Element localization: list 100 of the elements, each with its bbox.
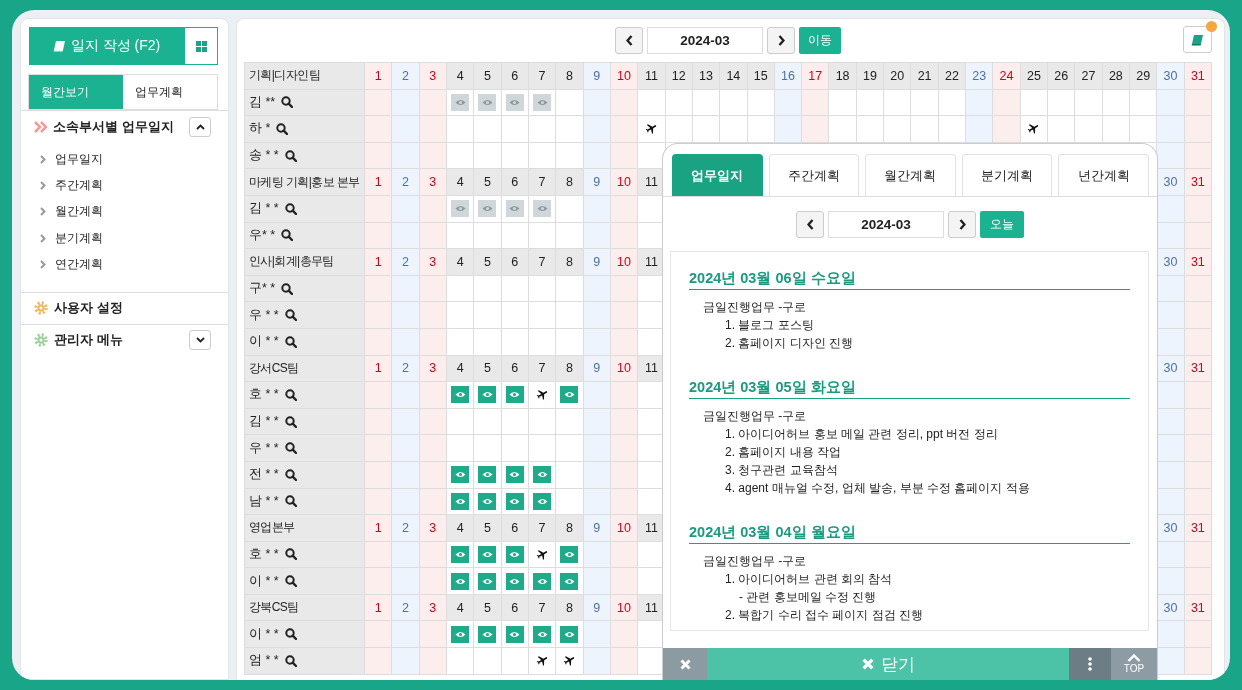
day-header: 31 bbox=[1184, 249, 1212, 276]
airplane-icon[interactable] bbox=[535, 388, 549, 402]
next-month-button[interactable] bbox=[767, 27, 795, 54]
log-entry-button[interactable] bbox=[451, 466, 470, 484]
search-icon[interactable] bbox=[281, 229, 294, 242]
log-type-tab[interactable]: 주간계획 bbox=[768, 154, 860, 196]
log-entry-button[interactable] bbox=[505, 572, 524, 590]
log-entry-button[interactable] bbox=[451, 200, 470, 218]
section-title[interactable]: 소속부서별 업무일지 bbox=[53, 117, 183, 136]
eye-icon bbox=[509, 497, 521, 505]
next-month-button[interactable] bbox=[948, 211, 976, 238]
log-entry-button[interactable] bbox=[451, 386, 470, 404]
menu-item[interactable]: 주간계획 bbox=[55, 177, 103, 195]
search-icon[interactable] bbox=[281, 282, 294, 295]
log-entry-button[interactable] bbox=[505, 466, 524, 484]
log-entry-button[interactable] bbox=[533, 572, 552, 590]
day-header: 10 bbox=[610, 515, 639, 542]
day-header: 2 bbox=[392, 169, 420, 196]
log-entry-button[interactable] bbox=[505, 546, 524, 563]
log-entry-button[interactable] bbox=[560, 572, 579, 590]
day-header: 9 bbox=[583, 63, 611, 90]
log-line: 1. 블로그 포스팅 bbox=[724, 317, 815, 334]
search-icon[interactable] bbox=[281, 96, 294, 109]
previous-month-button[interactable] bbox=[615, 27, 643, 54]
caret-up-icon bbox=[195, 123, 205, 130]
search-icon[interactable] bbox=[284, 548, 297, 561]
team-name: 영업본부 bbox=[245, 515, 365, 542]
log-entry-button[interactable] bbox=[533, 93, 552, 111]
log-entry-button[interactable] bbox=[560, 546, 579, 563]
log-entry-button[interactable] bbox=[505, 386, 524, 404]
eye-icon bbox=[536, 471, 548, 479]
day-header: 7 bbox=[528, 63, 557, 90]
month-field[interactable]: 2024-03 bbox=[647, 27, 763, 54]
log-type-tab[interactable]: 월간계획 bbox=[865, 154, 956, 196]
close-button[interactable] bbox=[663, 648, 707, 680]
previous-month-button[interactable] bbox=[796, 211, 824, 238]
search-icon[interactable] bbox=[284, 335, 297, 348]
log-entry-button[interactable] bbox=[533, 466, 552, 484]
log-entry-button[interactable] bbox=[505, 93, 524, 111]
log-entry-button[interactable] bbox=[478, 93, 497, 111]
menu-item[interactable]: 업무일지 bbox=[55, 150, 103, 168]
member-name: 우 * * bbox=[249, 439, 279, 457]
log-entry-button[interactable] bbox=[478, 625, 497, 643]
airplane-icon[interactable] bbox=[535, 548, 549, 561]
log-entry-button[interactable] bbox=[505, 625, 524, 643]
search-icon[interactable] bbox=[284, 202, 297, 215]
search-icon[interactable] bbox=[284, 415, 297, 428]
log-entry-button[interactable] bbox=[478, 386, 497, 404]
log-entry-button[interactable] bbox=[560, 625, 579, 643]
log-entry-button[interactable] bbox=[560, 386, 579, 404]
log-entry-button[interactable] bbox=[505, 492, 524, 510]
day-header: 18 bbox=[829, 63, 857, 90]
airplane-icon[interactable] bbox=[562, 654, 576, 668]
search-icon[interactable] bbox=[276, 123, 289, 135]
search-icon[interactable] bbox=[284, 309, 297, 322]
collapse-toggle[interactable] bbox=[189, 116, 211, 137]
search-icon[interactable] bbox=[284, 149, 297, 162]
log-entry-button[interactable] bbox=[533, 200, 552, 218]
search-icon[interactable] bbox=[284, 654, 297, 667]
log-entry-button[interactable] bbox=[533, 492, 552, 510]
log-entry-button[interactable] bbox=[451, 93, 470, 111]
search-icon[interactable] bbox=[284, 628, 297, 641]
search-icon[interactable] bbox=[284, 388, 297, 401]
menu-item[interactable]: 분기계획 bbox=[55, 229, 103, 247]
calendar-cell bbox=[474, 328, 502, 356]
calendar-cell bbox=[392, 275, 420, 303]
log-entry-button[interactable] bbox=[451, 492, 470, 510]
log-entry-button[interactable] bbox=[451, 546, 470, 563]
log-type-tab[interactable]: 분기계획 bbox=[961, 154, 1053, 196]
log-entry-button[interactable] bbox=[505, 200, 524, 218]
month-field[interactable]: 2024-03 bbox=[828, 211, 944, 238]
search-icon[interactable] bbox=[284, 495, 297, 508]
search-icon[interactable] bbox=[284, 575, 297, 588]
collapse-toggle[interactable] bbox=[189, 330, 211, 351]
eye-icon bbox=[454, 630, 466, 638]
calendar-cell bbox=[392, 116, 420, 143]
search-icon[interactable] bbox=[284, 442, 297, 455]
section-title[interactable]: 사용자 설정 bbox=[54, 299, 211, 318]
menu-item[interactable]: 연간계획 bbox=[55, 256, 103, 274]
airplane-icon[interactable] bbox=[1027, 122, 1041, 136]
log-entry-button[interactable] bbox=[451, 625, 470, 643]
airplane-icon[interactable] bbox=[535, 654, 549, 668]
log-entry-button[interactable] bbox=[451, 572, 470, 590]
airplane-icon[interactable] bbox=[644, 122, 658, 136]
eye-icon bbox=[454, 551, 466, 558]
menu-item[interactable]: 월간계획 bbox=[55, 203, 103, 221]
more-button[interactable] bbox=[1069, 648, 1111, 680]
log-entry-button[interactable] bbox=[478, 546, 497, 563]
search-icon[interactable] bbox=[284, 468, 297, 481]
log-entry-button[interactable] bbox=[478, 200, 497, 218]
section-title[interactable]: 관리자 메뉴 bbox=[54, 331, 183, 350]
log-book-button[interactable] bbox=[1183, 26, 1212, 53]
log-type-tab[interactable]: 년간계획 bbox=[1058, 154, 1149, 196]
day-header: 8 bbox=[556, 355, 584, 383]
log-line: 금일진행업무 -구로 bbox=[702, 299, 808, 316]
log-entry-button[interactable] bbox=[478, 572, 497, 590]
log-entry-button[interactable] bbox=[533, 625, 552, 643]
grid-view-button[interactable] bbox=[184, 27, 218, 65]
log-entry-button[interactable] bbox=[478, 466, 497, 484]
log-entry-button[interactable] bbox=[478, 492, 497, 510]
